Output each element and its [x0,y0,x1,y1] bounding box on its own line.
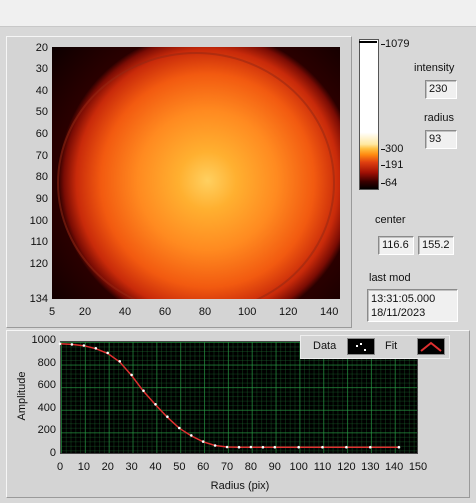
intensity-indicator[interactable]: 230 [425,80,457,99]
image-x-tick: 120 [279,306,298,318]
image-x-tick: 80 [198,306,212,318]
chart-x-tick: 130 [361,461,380,473]
data-point [142,389,145,392]
legend-data-swatch [347,338,375,355]
x-axis-label: Radius (pix) [210,480,270,492]
data-point [82,344,86,347]
colorbar-label-191: 191 [381,159,403,171]
colorbar-label-max: 1079 [381,38,409,50]
chart-x-tick: 140 [384,461,404,473]
image-x-tick: 20 [78,306,92,318]
data-point [397,445,401,449]
data-point [118,360,121,363]
image-y-tick: 30 [35,63,48,75]
chart-x-tick: 30 [125,461,138,473]
chart-x-tick: 80 [244,461,258,473]
chart-x-tick: 10 [77,461,90,473]
data-point [321,445,324,449]
data-point [369,445,372,449]
image-x-tick: 100 [238,306,257,318]
y-axis-label: Amplitude [16,371,28,421]
image-x-tick: 60 [158,306,172,318]
legend[interactable]: Data Fit [300,335,450,359]
fit-series-line [59,343,399,448]
center-label: center [375,214,406,226]
last-mod-label: last mod [369,272,411,284]
legend-data-label: Data [313,340,337,352]
intensity-label: intensity [414,62,455,74]
colorbar-label-300: 300 [381,143,403,155]
chart-y-tick: 1000 [31,334,56,346]
image-y-tick: 50 [35,106,48,118]
chart-y-tick: 200 [37,424,56,437]
image-y-tick: 134 [29,293,48,305]
data-point [261,445,265,449]
image-x-tick: 5 [48,306,56,318]
colorbar-300-text: 300 [385,143,404,155]
data-point [249,445,253,449]
data-point [70,343,74,346]
chart-x-tick: 60 [197,461,210,473]
colorbar-top-marker [359,41,377,43]
colorbar-min-text: 64 [385,177,398,189]
data-point [130,373,133,377]
data-point [58,342,62,346]
center-y-indicator[interactable]: 155.2 [418,236,454,255]
legend-fit-swatch [417,338,445,355]
chart-y-tick: 800 [37,356,56,369]
image-y-tick: 90 [35,193,48,205]
legend-fit-label: Fit [385,340,398,352]
chart-x-tick: 150 [408,461,428,473]
chart-x-tick: 0 [56,461,64,473]
data-point [213,444,217,447]
colorbar-label-min: 64 [381,177,397,189]
image-y-tick: 110 [30,236,48,248]
data-point [345,445,348,449]
intensity-image[interactable] [52,47,340,299]
chart-x-tick: 20 [101,461,114,473]
chart-y-tick: 400 [37,401,56,414]
data-point [225,445,229,449]
chart-x-tick: 50 [173,461,186,473]
chart-y-tick: 0 [49,447,56,459]
chart-x-tick: 70 [220,461,234,473]
image-y-tick: 60 [35,128,48,140]
image-x-tick: 40 [118,306,132,318]
data-point [237,445,241,449]
image-y-tick: 70 [35,150,48,162]
last-mod-date: 18/11/2023 [371,307,426,319]
data-point [94,347,98,350]
last-mod-indicator[interactable]: 13:31:05.000 18/11/2023 [367,289,458,322]
data-point [297,445,300,449]
data-point [154,403,157,406]
colorbar [359,39,379,190]
colorbar-191-text: 191 [385,159,404,171]
chart-x-tick: 120 [337,461,356,473]
data-point [106,351,109,355]
last-mod-time: 13:31:05.000 [371,293,436,305]
image-y-tick: 20 [35,42,48,54]
chart-x-tick: 90 [268,461,281,473]
chart-x-tick: 110 [313,461,332,473]
image-y-tick: 40 [35,85,48,97]
data-point [178,426,181,430]
radius-label: radius [424,112,454,124]
chart-y-tick: 600 [37,379,56,392]
radius-indicator[interactable]: 93 [425,130,457,149]
image-ring [57,52,335,299]
data-point [201,440,205,443]
center-x-indicator[interactable]: 116.6 [378,236,414,255]
image-y-tick: 120 [29,258,48,270]
image-y-tick: 80 [35,171,48,183]
chart-x-tick: 40 [149,461,162,473]
colorbar-max-text: 1079 [385,38,410,50]
data-point [190,434,193,437]
data-point [273,445,277,449]
image-x-tick: 140 [320,306,339,318]
window-top-bar [0,0,476,27]
chart-x-tick: 100 [289,461,308,473]
image-y-tick: 100 [29,215,48,227]
data-point [166,415,169,418]
